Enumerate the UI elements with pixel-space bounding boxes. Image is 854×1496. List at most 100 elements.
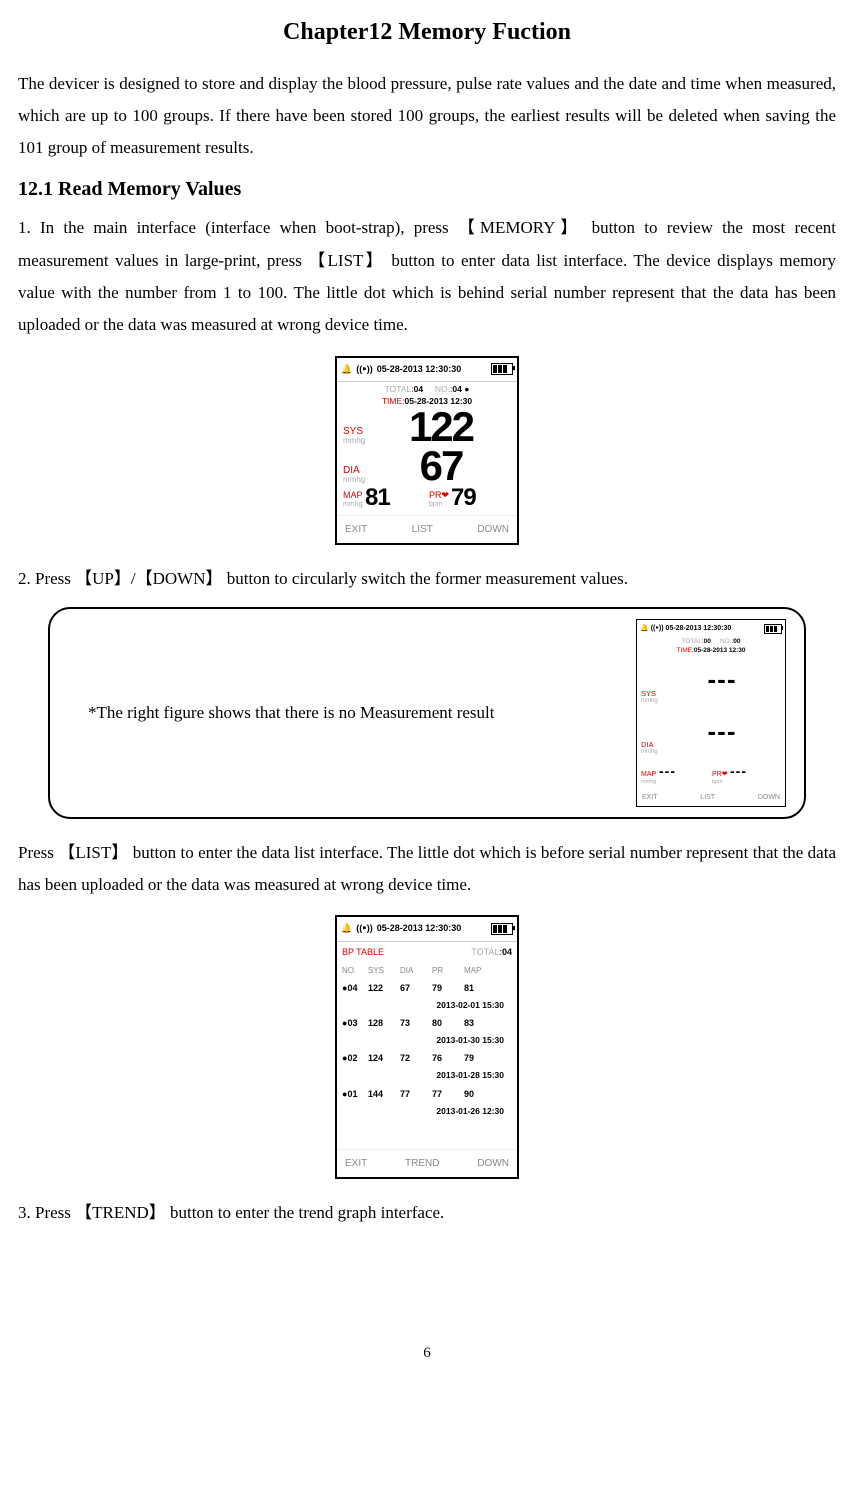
alarm-icon: 🔔 (341, 361, 352, 378)
row-pr: 80 (432, 1015, 464, 1032)
list-button[interactable]: LIST (412, 520, 433, 539)
down-button[interactable]: DOWN (758, 791, 780, 804)
table-row: ●02 124 72 76 79 2013-01-28 15:30 (337, 1049, 517, 1084)
time-label: TIME (676, 647, 692, 654)
nav-row: EXIT LIST DOWN (337, 515, 517, 543)
no-value: 04 (452, 384, 461, 394)
time-value: 05-28-2013 12:30 (694, 647, 746, 654)
total-value: 00 (704, 638, 711, 645)
status-bar: 🔔 ((⁍)) 05-28-2013 12:30:30 (337, 917, 517, 941)
row-sys: 128 (368, 1015, 400, 1032)
paragraph-2: 2. Press 【UP】/【DOWN】 button to circularl… (18, 563, 836, 595)
row-sys: 122 (368, 980, 400, 997)
uploaded-dot-icon: ● (464, 384, 469, 394)
row-dia: 77 (400, 1086, 432, 1103)
no-label: NO. (720, 638, 732, 645)
map-value: 81 (365, 487, 390, 509)
section-12-1-heading: 12.1 Read Memory Values (18, 170, 836, 208)
row-no: 01 (347, 1089, 357, 1099)
total-label: TOTAL (681, 638, 701, 645)
map-unit: mmhg (641, 779, 659, 785)
no-result-figure: 🔔 ((⁍)) 05-28-2013 12:30:30 TOTAL:00 NO.… (636, 619, 786, 807)
row-map: 81 (464, 980, 496, 997)
sys-value: 122 (371, 408, 511, 446)
pr-value: 79 (451, 487, 476, 509)
row-datetime: 2013-01-26 12:30 (342, 1103, 512, 1119)
row-sys: 144 (368, 1086, 400, 1103)
no-label: NO. (435, 384, 450, 394)
col-pr: PR (432, 963, 464, 978)
row-sys: 124 (368, 1050, 400, 1067)
down-button[interactable]: DOWN (477, 520, 509, 539)
map-label: MAP (641, 771, 659, 779)
col-no: NO. (342, 963, 368, 978)
pr-value: --- (730, 758, 747, 785)
pr-unit: bpm (712, 779, 730, 785)
signal-icon: ((⁍)) (651, 622, 664, 635)
list-button[interactable]: LIST (700, 791, 715, 804)
battery-icon (491, 923, 513, 935)
col-dia: DIA (400, 963, 432, 978)
paragraph-list: Press 【LIST】 button to enter the data li… (18, 837, 836, 902)
row-no: 02 (347, 1053, 357, 1063)
callout-text: *The right figure shows that there is no… (88, 697, 624, 729)
row-pr: 77 (432, 1086, 464, 1103)
map-pr-row: MAPmmhg 81 PR❤bpm 79 (337, 487, 517, 515)
alarm-icon: 🔔 (640, 622, 649, 635)
exit-button[interactable]: EXIT (642, 791, 658, 804)
row-no: 03 (347, 1018, 357, 1028)
paragraph-3: 3. Press 【TREND】 button to enter the tre… (18, 1197, 836, 1229)
total-label: TOTAL (471, 947, 499, 957)
col-sys: SYS (368, 963, 400, 978)
total-label: TOTAL (385, 384, 412, 394)
nav-row: EXIT TREND DOWN (337, 1149, 517, 1177)
battery-icon (764, 624, 782, 634)
trend-button[interactable]: TREND (405, 1154, 439, 1173)
row-map: 90 (464, 1086, 496, 1103)
dia-unit: mmhg (641, 749, 663, 756)
page-number: 6 (18, 1339, 836, 1368)
row-pr: 76 (432, 1050, 464, 1067)
status-datetime: 05-28-2013 12:30:30 (377, 361, 462, 378)
sys-label: SYS (641, 690, 663, 698)
sys-unit: mmhg (343, 437, 371, 446)
map-label: MAP (343, 491, 365, 501)
sys-label: SYS (343, 426, 371, 437)
row-dia: 73 (400, 1015, 432, 1032)
sys-value: --- (663, 655, 781, 704)
pr-unit: bpm (429, 501, 451, 509)
memory-detail-figure: 🔔 ((⁍)) 05-28-2013 12:30:30 TOTAL:04 NO.… (335, 356, 519, 545)
row-no: 04 (347, 983, 357, 993)
no-result-callout: *The right figure shows that there is no… (48, 607, 806, 819)
total-value: 04 (502, 947, 512, 957)
sys-unit: mmhg (641, 698, 663, 705)
row-datetime: 2013-01-30 15:30 (342, 1032, 512, 1048)
exit-button[interactable]: EXIT (345, 520, 367, 539)
alarm-icon: 🔔 (341, 920, 352, 937)
dia-row: DIAmmhg 67 (337, 447, 517, 487)
exit-button[interactable]: EXIT (345, 1154, 367, 1173)
paragraph-1: 1. In the main interface (interface when… (18, 212, 836, 341)
col-map: MAP (464, 963, 496, 978)
table-row: ●01 144 77 77 90 2013-01-26 12:30 (337, 1085, 517, 1149)
heart-icon: ❤ (442, 490, 450, 500)
map-value: --- (659, 758, 676, 785)
heart-icon: ❤ (722, 771, 728, 778)
dia-label: DIA (641, 741, 663, 749)
table-row: ●04 122 67 79 81 2013-02-01 15:30 (337, 979, 517, 1014)
pr-label: PR (712, 771, 722, 778)
down-button[interactable]: DOWN (477, 1154, 509, 1173)
time-label: TIME (382, 396, 402, 406)
table-row: ●03 128 73 80 83 2013-01-30 15:30 (337, 1014, 517, 1049)
status-datetime: 05-28-2013 12:30:30 (377, 920, 462, 937)
row-datetime: 2013-02-01 15:30 (342, 997, 512, 1013)
row-map: 79 (464, 1050, 496, 1067)
chapter-title: Chapter12 Memory Fuction (18, 10, 836, 56)
total-value: 04 (414, 384, 423, 394)
intro-paragraph: The devicer is designed to store and dis… (18, 68, 836, 165)
battery-icon (491, 363, 513, 375)
signal-icon: ((⁍)) (356, 361, 373, 378)
signal-icon: ((⁍)) (356, 920, 373, 937)
map-unit: mmhg (343, 501, 365, 509)
dia-value: 67 (371, 447, 511, 485)
